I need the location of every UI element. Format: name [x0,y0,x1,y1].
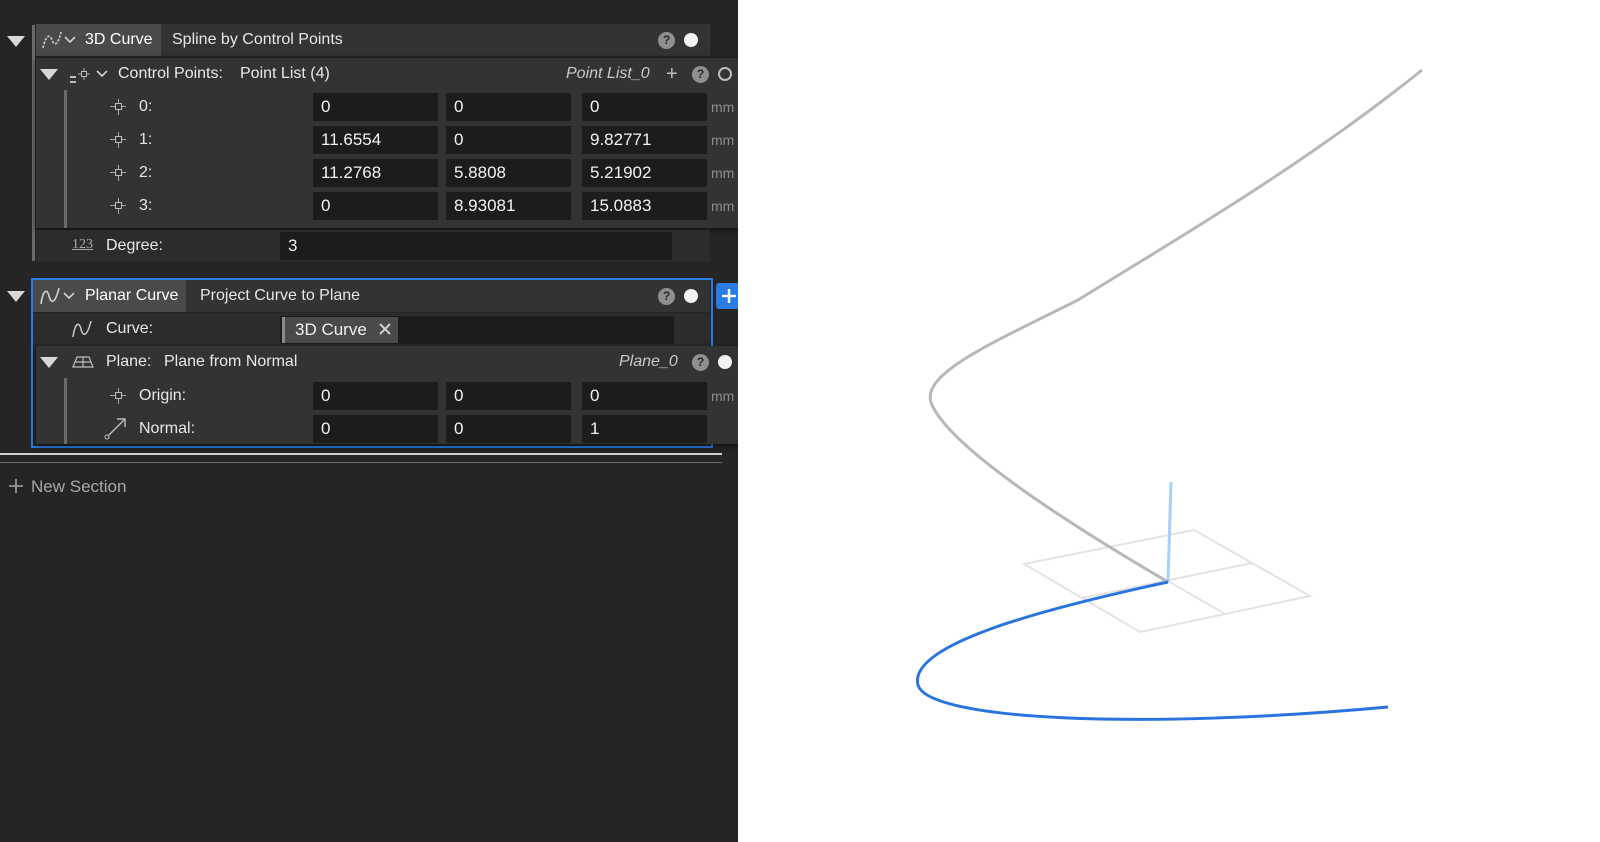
feature-operation[interactable]: Spline by Control Points [172,24,343,56]
help-icon[interactable]: ? [658,288,675,305]
unit-label: mm [711,132,735,148]
collapse-toggle-plane[interactable] [40,357,58,368]
point-2-y-field[interactable]: 5.8808 [446,159,571,187]
visibility-toggle[interactable] [684,33,698,47]
visibility-toggle[interactable] [718,355,732,369]
point-3-x-field[interactable]: 0 [313,192,438,220]
point-0-y-field[interactable]: 0 [446,93,571,121]
feature-header-planar-curve[interactable]: Planar Curve Project Curve to Plane ? [33,280,710,312]
plus-icon [9,479,23,493]
curve-label: Curve: [106,320,154,337]
point-row-label: 3: [139,197,153,214]
add-point-icon[interactable]: + [666,64,678,84]
section-guide-1 [32,25,35,261]
chevron-down-icon[interactable] [96,70,108,78]
spline-3d-curve[interactable] [928,68,1423,584]
point-row-label: 2: [139,164,153,181]
point-0-z-field[interactable]: 0 [582,93,707,121]
origin-x-field[interactable]: 0 [313,382,438,410]
feature-header-3d-curve[interactable]: 3D Curve Spline by Control Points ? [36,24,710,56]
normal-z-field[interactable]: 1 [582,415,707,443]
curve-3d-icon [42,31,62,49]
help-icon[interactable]: ? [692,66,709,83]
plus-icon [722,289,736,303]
unit-label: mm [711,198,735,214]
section-guide-2 [64,90,67,228]
point-2-z-field[interactable]: 5.21902 [582,159,707,187]
plane-type-value[interactable]: Plane from Normal [164,346,297,378]
normal-label: Normal: [139,420,196,437]
degree-field[interactable]: 3 [280,232,672,260]
vector-icon [104,418,126,440]
section-divider [0,453,722,455]
point-icon [106,129,128,151]
control-points-value[interactable]: Point List (4) [240,58,330,90]
properties-panel: 3D Curve Spline by Control Points ? Cont… [0,0,744,842]
unit-label: mm [711,165,735,181]
control-points-panel: Control Points: Point List (4) Point Lis… [36,58,744,228]
new-section-label: New Section [31,477,127,496]
visibility-toggle[interactable] [718,67,732,81]
plane-normal-vector [1166,481,1173,583]
collapse-toggle-3d-curve[interactable] [7,36,25,47]
point-icon [106,385,128,407]
feature-name[interactable]: Planar Curve [77,280,187,312]
plane-label: Plane: [106,353,152,370]
normal-x-field[interactable]: 0 [313,415,438,443]
unit-label: mm [711,388,735,404]
origin-label: Origin: [139,387,187,404]
point-1-x-field[interactable]: 11.6554 [313,126,438,154]
curve-row: Curve: 3D Curve [33,313,710,345]
projected-planar-curve[interactable] [916,580,1389,721]
point-3-y-field[interactable]: 8.93081 [446,192,571,220]
plane-panel: Plane: Plane from Normal Plane_0 ? Origi… [36,346,744,444]
planar-curve-icon [40,287,60,305]
point-2-x-field[interactable]: 11.2768 [313,159,438,187]
degree-row: 123 Degree: 3 [36,230,710,262]
plane-ref: Plane_0 [619,353,678,370]
normal-y-field[interactable]: 0 [446,415,571,443]
point-row-label: 0: [139,98,153,115]
point-list-ref: Point List_0 [566,65,650,82]
planar-curve-icon [72,320,92,338]
point-icon [106,195,128,217]
chevron-down-icon [64,36,76,44]
plane-icon [72,356,94,368]
point-icon [106,162,128,184]
close-icon[interactable] [379,323,391,335]
curve-reference-label: 3D Curve [295,320,367,339]
number-icon: 123 [72,237,93,252]
point-icon [106,96,128,118]
help-icon[interactable]: ? [658,32,675,49]
help-icon[interactable]: ? [692,354,709,371]
3d-viewport[interactable] [738,0,1600,842]
feature-operation[interactable]: Project Curve to Plane [200,280,360,312]
section-guide-3 [64,378,67,444]
unit-label: mm [711,99,735,115]
point-3-z-field[interactable]: 15.0883 [582,192,707,220]
section-divider [0,462,722,463]
visibility-toggle[interactable] [684,289,698,303]
control-points-label: Control Points: [118,65,223,82]
origin-y-field[interactable]: 0 [446,382,571,410]
point-1-y-field[interactable]: 0 [446,126,571,154]
collapse-toggle-planar-curve[interactable] [7,291,25,302]
collapse-toggle-control-points[interactable] [40,69,58,80]
viewport-canvas[interactable] [738,0,1600,842]
point-row-label: 1: [139,131,153,148]
point-1-z-field[interactable]: 9.82771 [582,126,707,154]
feature-type-dropdown[interactable] [33,280,83,312]
chevron-down-icon [63,292,75,300]
feature-name[interactable]: 3D Curve [77,24,161,56]
origin-z-field[interactable]: 0 [582,382,707,410]
point-list-icon [70,68,90,83]
point-0-x-field[interactable]: 0 [313,93,438,121]
degree-label: Degree: [106,237,163,254]
